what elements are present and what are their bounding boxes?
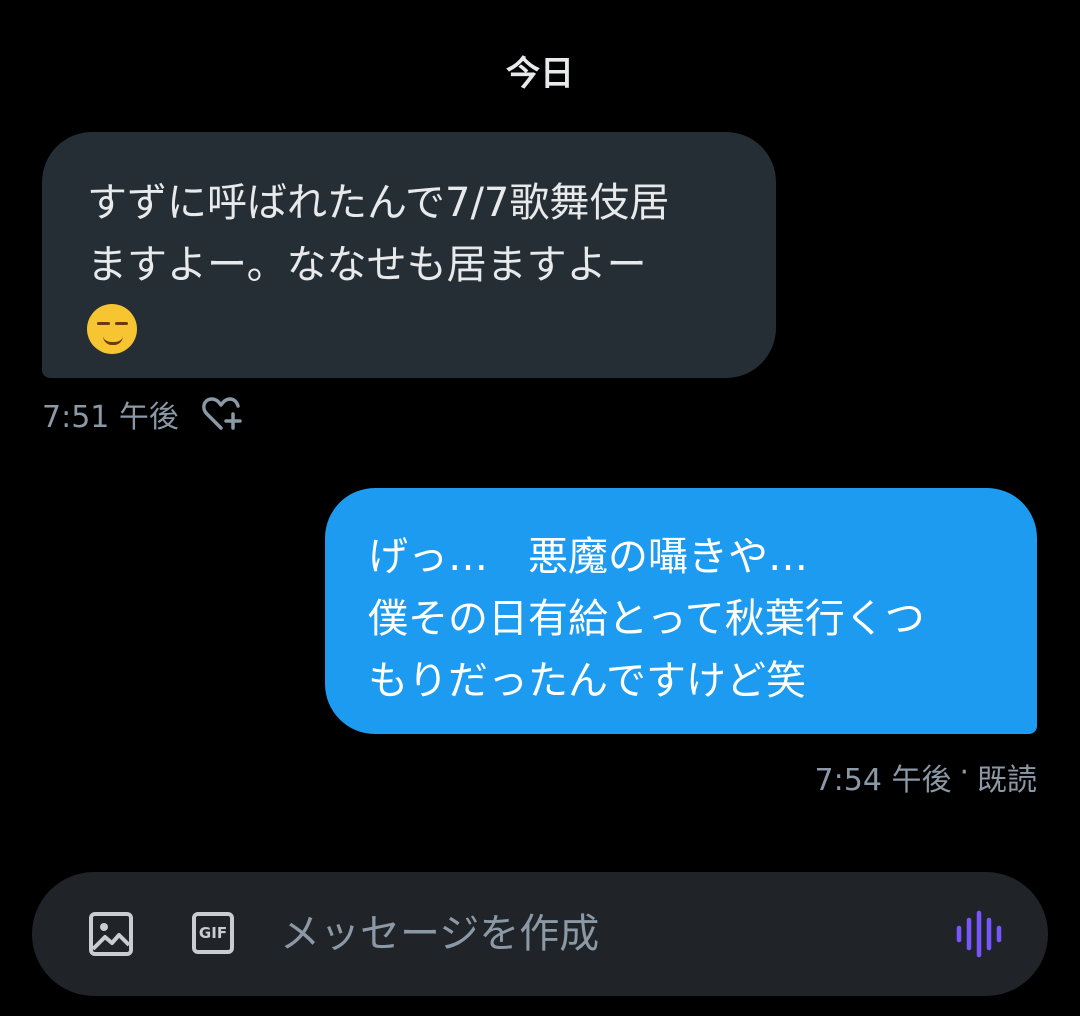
message-timestamp: 7:51 午後 <box>42 400 179 435</box>
outgoing-message-bubble[interactable]: げっ… 悪魔の囁きや… 僕その日有給とって秋葉行くつ もりだったんですけど笑 <box>325 488 1037 734</box>
voice-message-icon[interactable] <box>954 910 1006 958</box>
image-icon[interactable] <box>88 911 134 957</box>
message-input[interactable] <box>280 902 880 966</box>
message-timestamp: 7:54 午後 <box>814 763 952 798</box>
read-status: 既読 <box>977 763 1037 798</box>
message-composer: GIF <box>32 872 1048 996</box>
add-reaction-heart-icon[interactable] <box>201 394 245 434</box>
meta-separator: · <box>959 755 969 790</box>
incoming-message-bubble[interactable]: すずに呼ばれたんで7/7歌舞伎居 ますよー。ななせも居ますよー <box>42 132 776 378</box>
gif-icon[interactable]: GIF <box>192 912 234 954</box>
date-header: 今日 <box>506 54 574 94</box>
message-text-line: ますよー。ななせも居ますよー <box>87 242 647 288</box>
message-text-line: もりだったんですけど笑 <box>368 658 806 704</box>
smirking-face-emoji-icon <box>87 304 137 354</box>
incoming-message-meta: 7:51 午後 <box>42 392 245 436</box>
message-text-line: すずに呼ばれたんで7/7歌舞伎居 <box>87 180 670 226</box>
outgoing-message-meta: 7:54 午後 · 既読 <box>815 755 1037 799</box>
message-text-line: げっ… 悪魔の囁きや… <box>368 534 808 580</box>
message-text-line: 僕その日有給とって秋葉行くつ <box>368 596 925 642</box>
